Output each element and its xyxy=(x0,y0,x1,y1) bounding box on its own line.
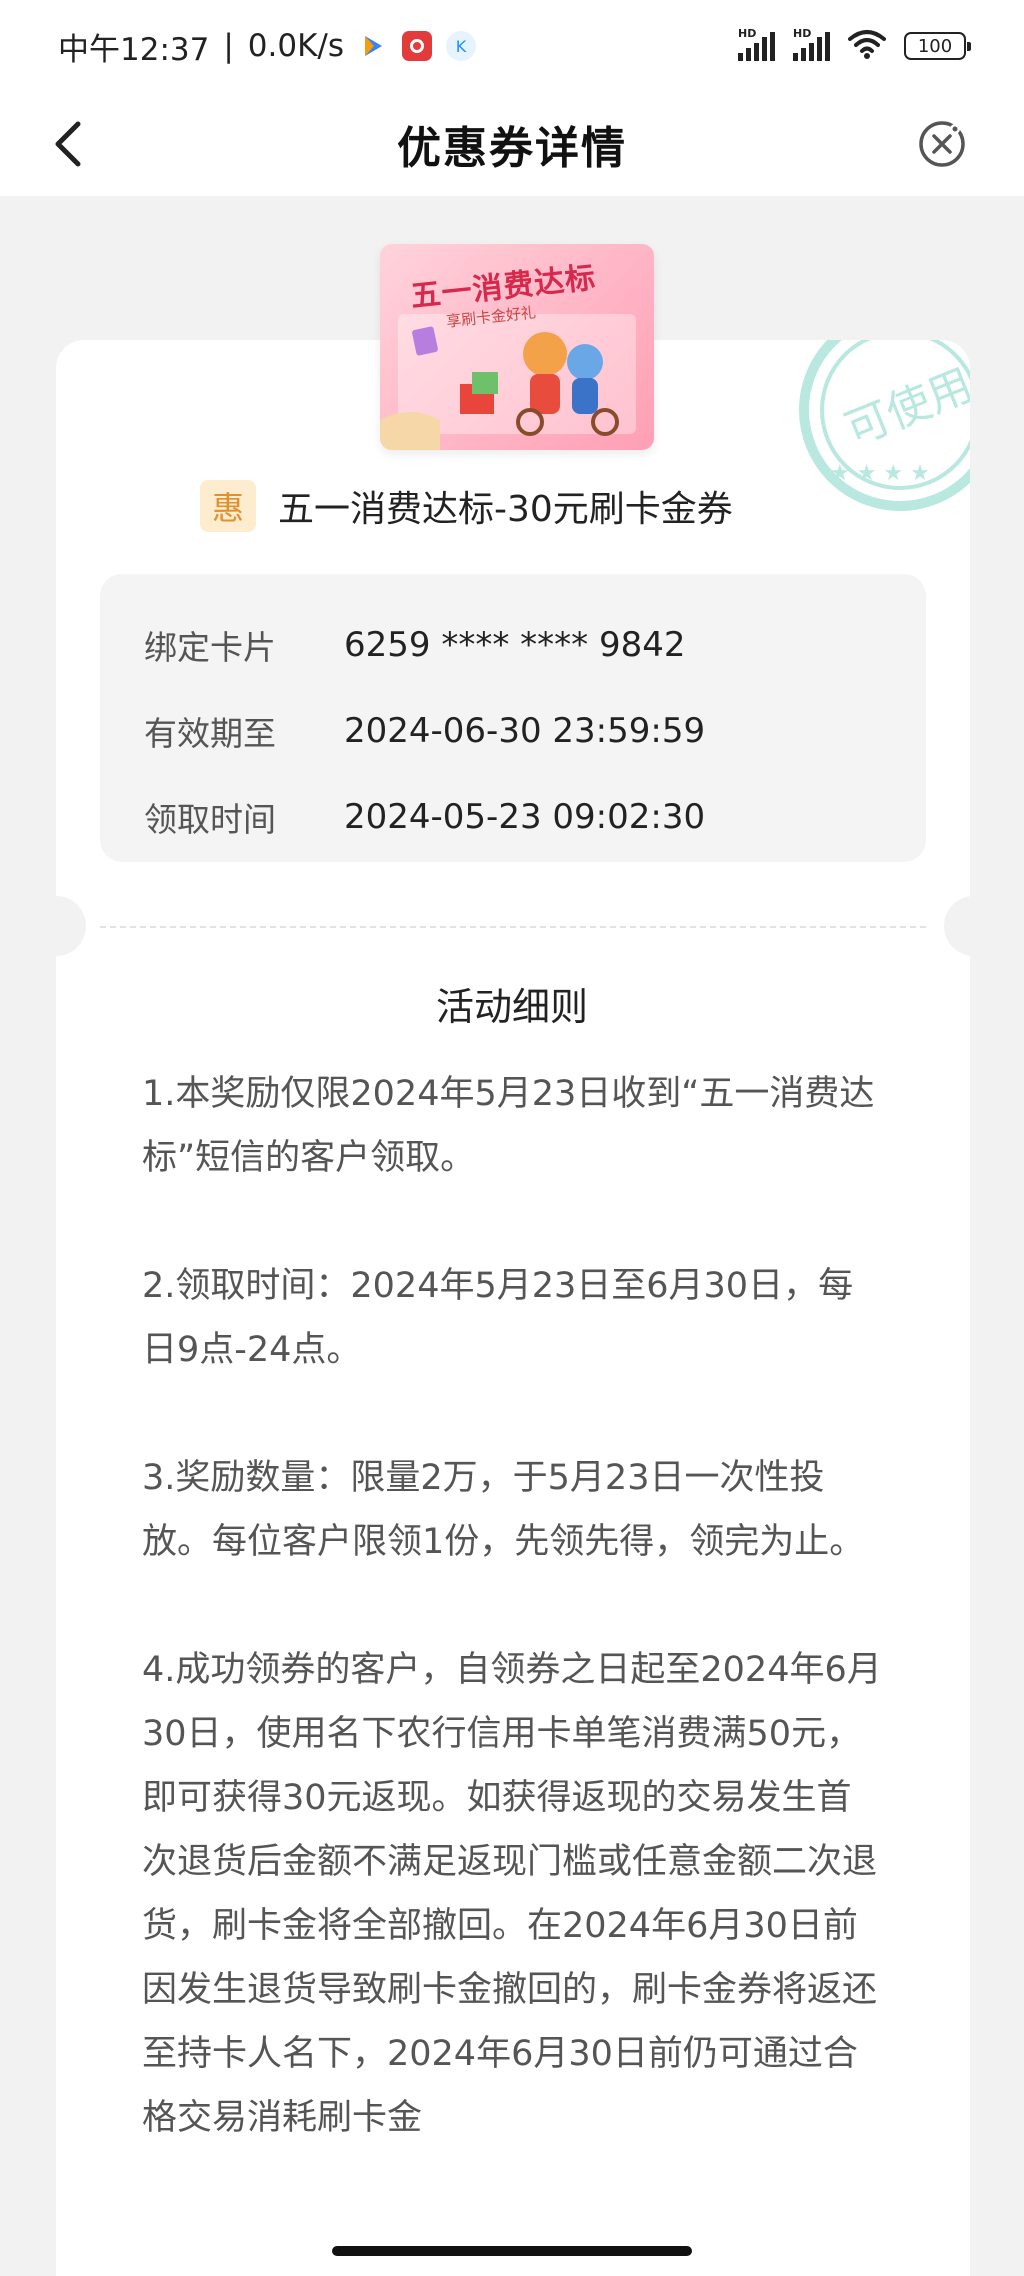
wifi-icon xyxy=(848,29,886,64)
rule-item: 3.奖励数量：限量2万，于5月23日一次性投放。每位客户限领1份，先领先得，领完… xyxy=(142,1458,865,1562)
coupon-title: 五一消费达标-30元刷卡金券 xyxy=(278,489,733,530)
status-right: HD HD 100 xyxy=(738,27,971,64)
hd-tag-2: HD xyxy=(793,27,812,40)
detail-label: 领取时间 xyxy=(144,800,276,839)
coupon-title-row: 惠 五一消费达标-30元刷卡金券 xyxy=(200,478,733,534)
detail-row-expiry: 有效期至 2024-06-30 23:59:59 xyxy=(144,688,882,774)
detail-value: 6259 **** **** 9842 xyxy=(344,625,686,665)
home-indicator[interactable] xyxy=(332,2246,692,2256)
svg-text:★ ★ ★ ★: ★ ★ ★ ★ xyxy=(830,461,930,486)
k-app-icon: K xyxy=(446,31,477,61)
battery-level: 100 xyxy=(917,35,953,57)
close-circle-icon xyxy=(919,121,965,167)
rule-item: 4.成功领券的客户，自领券之日起至2024年6月30日，使用名下农行信用卡单笔消… xyxy=(142,1650,882,2138)
ticket-notch-right xyxy=(944,896,1004,956)
stamp-text: 可使用 xyxy=(838,359,970,456)
discount-badge: 惠 xyxy=(200,480,256,532)
battery-icon: 100 xyxy=(904,32,971,60)
chevron-left-icon xyxy=(55,121,81,167)
play-store-icon xyxy=(358,31,388,61)
page-title: 优惠券详情 xyxy=(397,123,627,174)
ticket-notch-left xyxy=(26,896,86,956)
nav-bar: 优惠券详情 xyxy=(0,92,1024,196)
detail-value: 2024-06-30 23:59:59 xyxy=(344,711,706,751)
rule-item: 2.领取时间：2024年5月23日至6月30日，每日9点-24点。 xyxy=(142,1266,854,1370)
dashed-divider xyxy=(100,926,926,928)
status-separator: | xyxy=(223,28,234,64)
hd-tag: HD xyxy=(738,27,757,40)
rules-list: 1.本奖励仅限2024年5月23日收到“五一消费达标”短信的客户领取。 2.领取… xyxy=(142,1062,886,2214)
detail-row-claimed: 领取时间 2024-05-23 09:02:30 xyxy=(144,774,882,860)
signal-icon-2: HD xyxy=(793,27,830,61)
close-button[interactable] xyxy=(916,118,968,170)
rules-title: 活动细则 xyxy=(435,985,588,1029)
status-left: 中午12:37 | 0.0K/s K xyxy=(58,24,477,69)
coupon-banner-image: 五一消费达标 享刷卡金好礼 xyxy=(380,244,654,450)
detail-row-card: 绑定卡片 6259 **** **** 9842 xyxy=(144,602,882,688)
usable-stamp-icon: 可使用 ★ ★ ★ ★ xyxy=(799,340,970,511)
status-bar: 中午12:37 | 0.0K/s K HD HD 100 xyxy=(0,0,1024,92)
detail-label: 绑定卡片 xyxy=(144,628,276,667)
rule-item: 1.本奖励仅限2024年5月23日收到“五一消费达标”短信的客户领取。 xyxy=(142,1074,875,1178)
back-button[interactable] xyxy=(42,118,94,170)
app-notification-icon xyxy=(402,31,433,61)
coupon-details: 绑定卡片 6259 **** **** 9842 有效期至 2024-06-30… xyxy=(100,574,926,862)
status-time: 中午12:37 xyxy=(58,31,210,68)
detail-value: 2024-05-23 09:02:30 xyxy=(344,797,706,837)
signal-icon: HD xyxy=(738,27,775,61)
status-net-speed: 0.0K/s xyxy=(247,28,345,64)
detail-label: 有效期至 xyxy=(144,714,276,753)
